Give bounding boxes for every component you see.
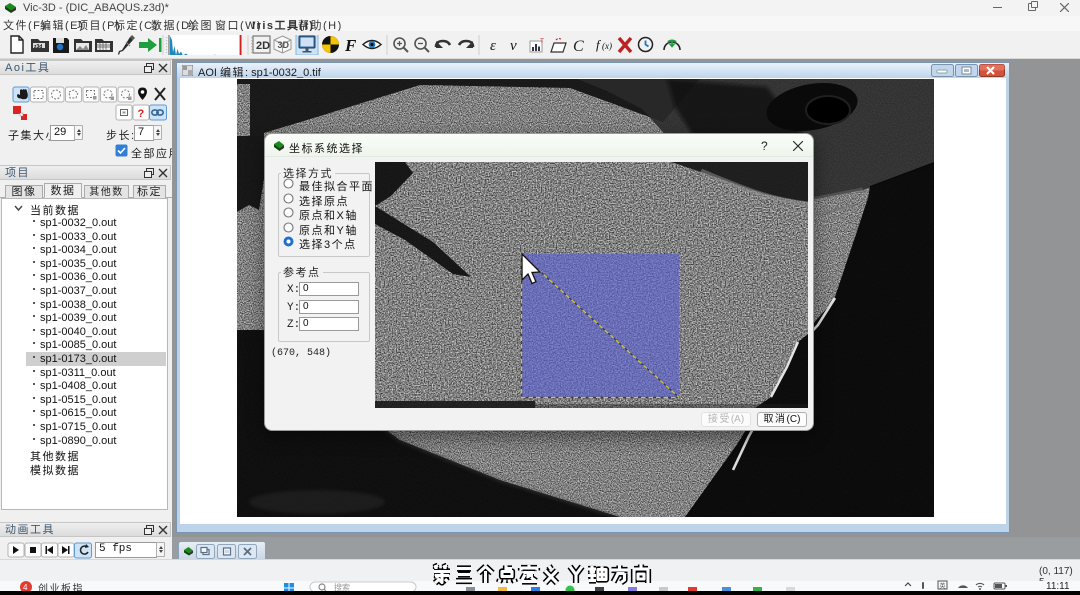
- svg-text:z3d: z3d: [34, 44, 42, 50]
- svg-text:T: T: [540, 38, 544, 45]
- svg-text:3D: 3D: [278, 40, 290, 50]
- svg-text:F: F: [344, 36, 357, 55]
- svg-text:?: ?: [138, 108, 145, 120]
- svg-text:(x): (x): [602, 41, 612, 51]
- svg-text:2D: 2D: [256, 40, 270, 52]
- svg-text:C: C: [573, 38, 584, 55]
- svg-text:ν: ν: [510, 38, 517, 54]
- svg-text:ε: ε: [490, 38, 496, 54]
